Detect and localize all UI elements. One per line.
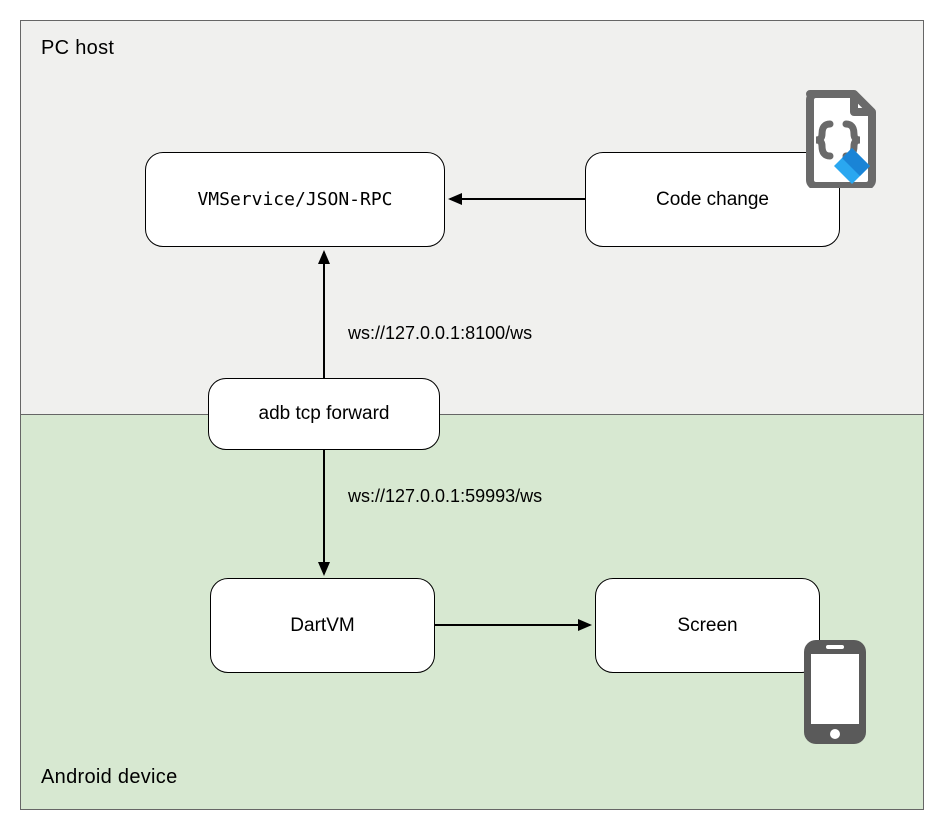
region-android-device-label: Android device xyxy=(41,766,178,789)
node-screen-label: Screen xyxy=(677,615,737,637)
node-code-change-label: Code change xyxy=(656,189,769,211)
code-file-icon xyxy=(800,90,882,188)
phone-icon xyxy=(800,636,870,748)
diagram-canvas: PC host Android device VMService/JSON-RP… xyxy=(0,0,944,832)
node-vmservice-label: VMService/JSON-RPC xyxy=(197,189,392,210)
edge-label-adb-to-vmservice: ws://127.0.0.1:8100/ws xyxy=(348,323,532,344)
node-vmservice: VMService/JSON-RPC xyxy=(145,152,445,247)
node-adb-forward: adb tcp forward xyxy=(208,378,440,450)
region-pc-host-label: PC host xyxy=(41,37,114,60)
node-dartvm-label: DartVM xyxy=(290,615,354,637)
node-dartvm: DartVM xyxy=(210,578,435,673)
edge-label-adb-to-dartvm: ws://127.0.0.1:59993/ws xyxy=(348,486,542,507)
node-screen: Screen xyxy=(595,578,820,673)
node-adb-forward-label: adb tcp forward xyxy=(259,403,390,425)
